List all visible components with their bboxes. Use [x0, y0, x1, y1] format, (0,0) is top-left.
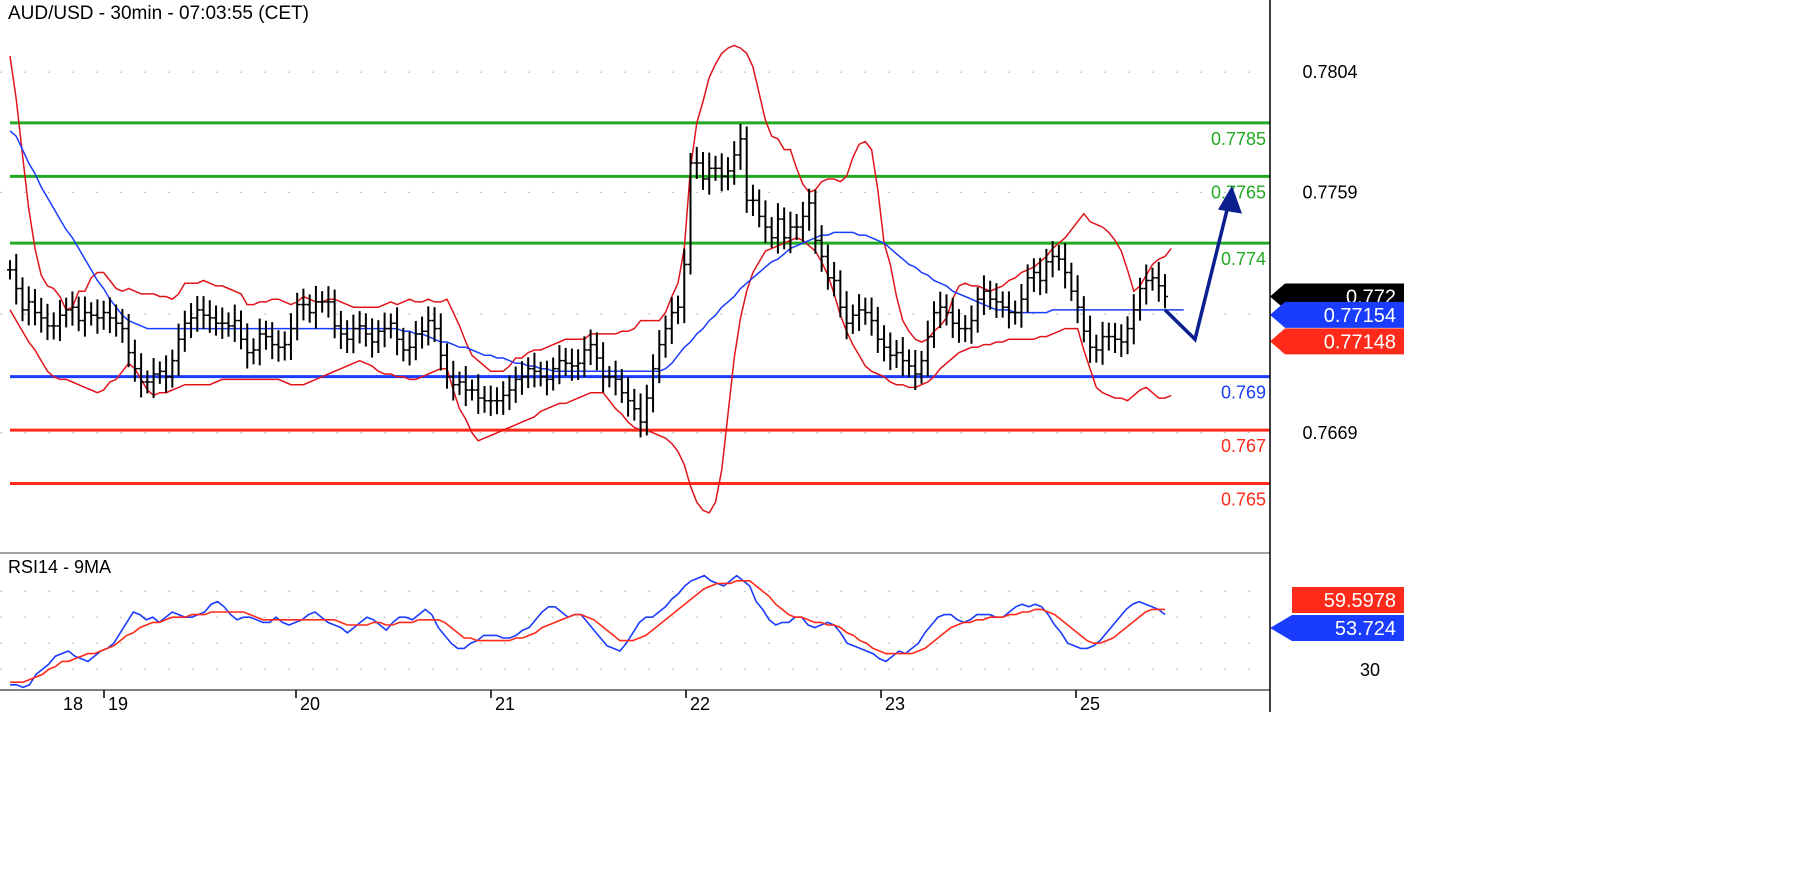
time-label: 25	[1080, 694, 1100, 714]
rsi-marker-label: 53.724	[1335, 618, 1396, 640]
rsi-ma-line	[10, 579, 1165, 684]
price-tick-label: 0.7804	[1302, 62, 1357, 82]
rsi-marker-label: 59.5978	[1324, 590, 1396, 612]
level-label: 0.774	[1221, 249, 1266, 269]
price-marker-label: 0.77154	[1324, 305, 1396, 327]
rsi-marker: 59.5978	[1292, 587, 1404, 613]
price-tick-label: 0.7759	[1302, 182, 1357, 202]
time-label: 20	[300, 694, 320, 714]
time-label: 22	[690, 694, 710, 714]
price-chart[interactable]: 0.7804 0.7759 0.7669 0.7785 0.7765 0.774 0.769…	[0, 0, 1800, 874]
time-label: 23	[885, 694, 905, 714]
rsi-tick-label: 30	[1360, 660, 1380, 680]
chart-title: AUD/USD - 30min - 07:03:55 (CET)	[8, 3, 309, 24]
level-label: 0.7765	[1211, 182, 1266, 202]
main-price-panel[interactable]: 0.7804 0.7759 0.7669 0.7785 0.7765 0.774 0.769…	[0, 44, 1404, 514]
rsi-line	[10, 574, 1166, 689]
level-label: 0.767	[1221, 436, 1266, 456]
level-label: 0.765	[1221, 490, 1266, 510]
rsi-panel[interactable]: 30 59.5978 53.724	[0, 574, 1404, 689]
price-marker-label: 0.77148	[1324, 331, 1396, 353]
rsi-title: RSI14 - 9MA	[8, 557, 111, 577]
level-label: 0.769	[1221, 383, 1266, 403]
time-label: 18	[63, 694, 83, 714]
time-label: 21	[495, 694, 515, 714]
rsi-marker: 53.724	[1270, 615, 1404, 641]
price-marker: 0.77154	[1270, 301, 1404, 328]
price-tick-label: 0.7669	[1302, 423, 1357, 443]
price-marker: 0.77148	[1270, 328, 1404, 355]
time-label: 19	[108, 694, 128, 714]
level-label: 0.7785	[1211, 129, 1266, 149]
